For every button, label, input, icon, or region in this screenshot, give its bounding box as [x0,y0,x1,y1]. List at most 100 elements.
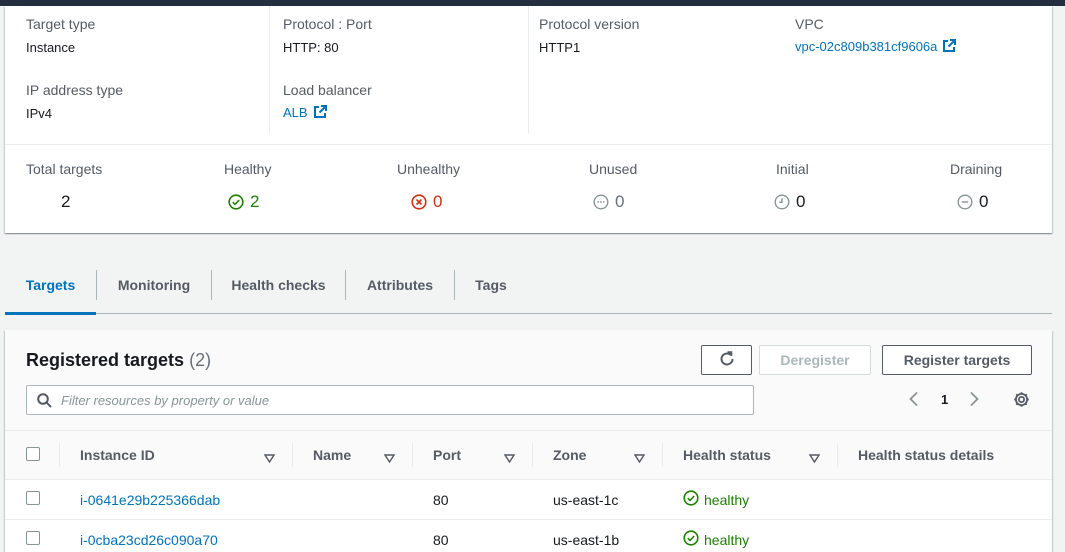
zone-cell: us-east-1b [533,519,663,552]
unused-count: 0 [615,192,625,211]
health-status-badge: healthy [683,490,749,509]
health-status-cell: healthy [663,519,838,552]
instance-id-link[interactable]: i-0cba23cd26c090a70 [80,532,218,548]
ellipsis-circle-icon [593,194,609,210]
check-circle-icon [683,490,699,509]
targets-table: Instance ID Name Port Zone Health status… [5,430,1052,552]
unused-value: 0 [593,192,624,212]
initial-value: 0 [774,192,805,212]
draining-value: 0 [957,192,988,212]
register-targets-button[interactable]: Register targets [882,345,1032,375]
draining-count: 0 [979,192,989,211]
next-page-button[interactable] [968,391,980,410]
sort-caret-icon[interactable] [263,450,276,466]
tab-attributes[interactable]: Attributes [346,268,454,313]
select-all-checkbox[interactable] [26,446,40,461]
draining-label: Draining [950,161,1003,177]
ip-address-type-value: IPv4 [26,106,53,121]
check-circle-icon [228,194,244,210]
health-status-text: healthy [704,531,750,548]
details-column-3: Protocol version HTTP1 [528,6,785,133]
unused-label: Unused [589,161,638,177]
refresh-icon [718,350,736,371]
details-column-1: Target type Instance IP address type IPv… [5,6,269,133]
health-status-cell: healthy [663,479,838,520]
unhealthy-count: 0 [433,192,443,211]
load-balancer-value: ALB [283,105,308,120]
column-header-label: Name [313,447,352,463]
protocol-port-value: HTTP: 80 [283,40,339,55]
instance-id-cell: i-0cba23cd26c090a70 [60,519,293,552]
ip-address-type-label: IP address type [26,82,124,98]
tab-targets[interactable]: Targets [5,268,96,315]
minus-circle-icon [957,194,973,210]
initial-count: 0 [796,192,806,211]
details-divider [5,144,1052,145]
healthy-value: 2 [228,192,259,212]
name-cell [293,519,413,552]
port-cell: 80 [413,519,533,552]
column-header-instance-id[interactable]: Instance ID [60,430,293,480]
registered-targets-count: (2) [189,350,212,370]
current-page-number[interactable]: 1 [941,392,948,407]
select-all-header [5,430,60,480]
initial-label: Initial [776,161,809,177]
registered-targets-header: Registered targets (2) Deregister Regist… [5,330,1052,430]
sort-caret-icon[interactable] [633,450,646,466]
instance-id-link[interactable]: i-0641e29b225366dab [80,492,220,508]
filter-search-box [26,385,754,415]
column-header-zone[interactable]: Zone [533,430,663,480]
registered-targets-card: Registered targets (2) Deregister Regist… [5,330,1052,552]
column-header-label: Instance ID [80,447,155,463]
registered-targets-title-text: Registered targets [26,350,185,370]
deregister-button[interactable]: Deregister [759,345,871,375]
registered-targets-title: Registered targets (2) [26,350,211,371]
tab-monitoring[interactable]: Monitoring [97,268,211,313]
column-header-health-status-details[interactable]: Health status details [838,430,1052,480]
unhealthy-value: 0 [411,192,442,212]
vpc-label: VPC [795,16,824,32]
target-type-label: Target type [26,16,96,32]
unhealthy-label: Unhealthy [397,161,461,177]
column-header-name[interactable]: Name [293,430,413,480]
refresh-button[interactable] [701,345,752,375]
column-header-label: Health status details [858,447,995,463]
check-circle-icon [683,530,699,549]
table-header-row: Instance ID Name Port Zone Health status… [5,430,1052,480]
sort-caret-icon[interactable] [808,450,821,466]
previous-page-button[interactable] [908,391,920,410]
zone-cell: us-east-1c [533,479,663,520]
tab-health-checks[interactable]: Health checks [212,268,345,313]
instance-id-cell: i-0641e29b225366dab [60,479,293,520]
external-link-icon [313,105,327,122]
tab-tags[interactable]: Tags [455,268,527,313]
total-targets-value: 2 [61,192,70,212]
table-row[interactable]: i-0641e29b225366dab 80 us-east-1c health… [5,479,1052,520]
protocol-version-label: Protocol version [539,16,640,32]
column-header-port[interactable]: Port [413,430,533,480]
column-header-label: Port [433,447,461,463]
column-header-label: Zone [553,447,587,463]
target-type-value: Instance [26,40,76,55]
healthy-count: 2 [250,192,260,211]
table-row[interactable]: i-0cba23cd26c090a70 80 us-east-1b health… [5,519,1052,552]
protocol-port-label: Protocol : Port [283,16,372,32]
load-balancer-link[interactable]: ALB [283,105,327,122]
details-column-2: Protocol : Port HTTP: 80 Load balancer A… [269,6,528,133]
row-checkbox[interactable] [26,491,40,505]
search-icon [37,393,52,411]
port-cell: 80 [413,479,533,520]
tab-bar: Targets Monitoring Health checks Attribu… [5,268,1052,315]
health-status-details-cell [838,479,1052,520]
row-checkbox[interactable] [26,531,40,545]
column-header-health-status[interactable]: Health status [663,430,838,480]
filter-search-input[interactable] [61,386,741,414]
gear-icon[interactable] [1013,391,1030,411]
details-column-4: VPC vpc-02c809b381cf9606a [785,6,1052,133]
name-cell [293,479,413,520]
protocol-version-value: HTTP1 [539,40,581,55]
vpc-link[interactable]: vpc-02c809b381cf9606a [795,39,957,56]
sort-caret-icon[interactable] [383,450,396,466]
health-status-details-cell [838,519,1052,552]
sort-caret-icon[interactable] [503,450,516,466]
